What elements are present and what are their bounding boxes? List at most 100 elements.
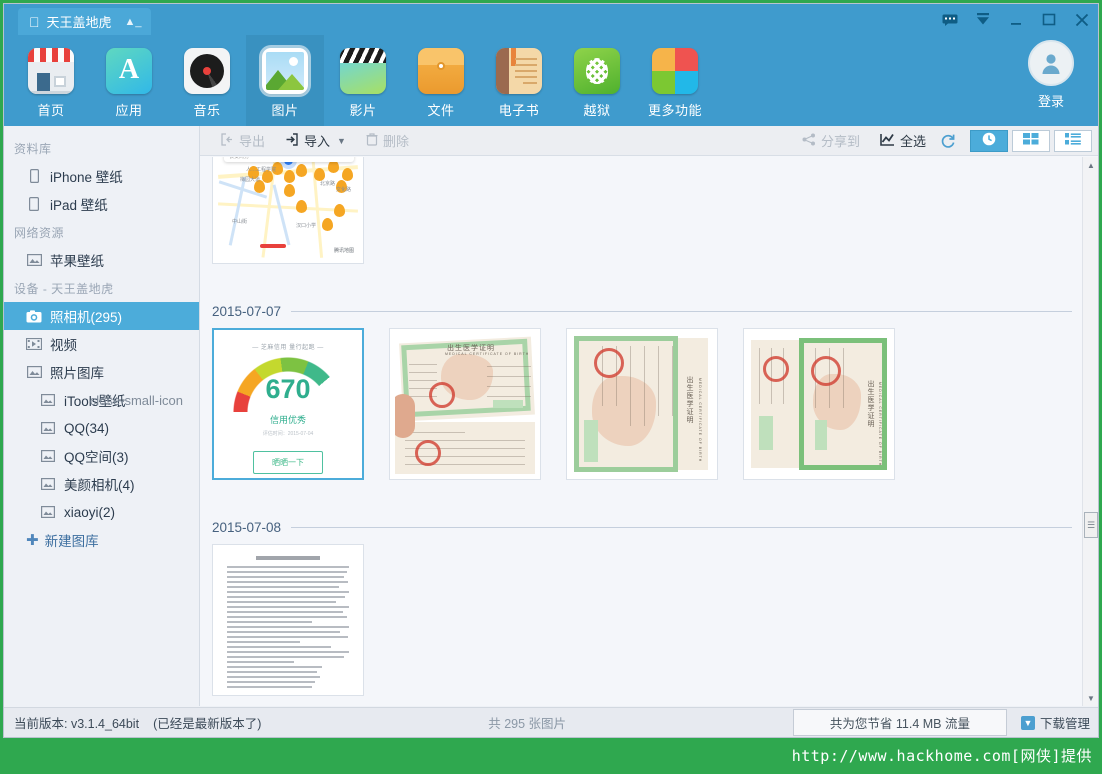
- sidebar-item-videos[interactable]: 视频: [4, 330, 199, 358]
- close-small-icon[interactable]: close-small-icon: [90, 393, 183, 408]
- photo-image-birth-certificate-b: 出生医学证明 MEDICAL CERTIFICATE OF BIRTH: [572, 334, 712, 474]
- sidebar-item-iphone-wallpaper[interactable]: iPhone 壁纸: [4, 162, 199, 190]
- list-icon: [1065, 132, 1081, 149]
- plus-icon: ✚: [26, 533, 39, 548]
- vertical-scrollbar[interactable]: ▲ ☰ ▼: [1082, 157, 1098, 706]
- view-mode-list-button[interactable]: [1054, 130, 1092, 152]
- nav-item-movies[interactable]: 影片: [324, 35, 402, 126]
- phone-icon: [26, 169, 42, 183]
- share-button[interactable]: 分享到: [792, 129, 870, 153]
- sidebar-item-itools-wallpaper[interactable]: iTools壁纸 close-small-icon: [4, 386, 199, 414]
- map-label: 中山街: [232, 218, 247, 225]
- photo-thumbnail[interactable]: [212, 544, 364, 696]
- sidebar-group-title: 资料库: [4, 134, 199, 162]
- login-label: 登录: [1038, 91, 1064, 110]
- update-status-label: (已经是最新版本了): [153, 713, 261, 732]
- photo-thumbnail[interactable]: — 芝麻信用 量行起跑 — 670 信用优秀 评估时间：2015-07-04 晒…: [212, 328, 364, 480]
- cert-subtitle: MEDICAL CERTIFICATE OF BIRTH: [698, 378, 702, 462]
- nav-item-apps[interactable]: A 应用: [90, 35, 168, 126]
- scroll-down-arrow-icon[interactable]: ▼: [1083, 690, 1099, 706]
- eject-icon[interactable]: ▲_: [125, 16, 142, 28]
- photo-row: — 芝麻信用 量行起跑 — 670 信用优秀 评估时间：2015-07-04 晒…: [210, 328, 1072, 480]
- import-label: 导入: [304, 131, 330, 150]
- scroll-up-arrow-icon[interactable]: ▲: [1083, 157, 1099, 173]
- nav-item-music[interactable]: 音乐: [168, 35, 246, 126]
- apple-icon: : [29, 15, 40, 29]
- map-callout: 我从家乐福孝感保丽国际广场店 上车 长安商务: [224, 157, 354, 162]
- date-header: 2015-07-08: [210, 510, 1072, 544]
- sidebar-item-qzone[interactable]: QQ空间(3): [4, 442, 199, 470]
- trash-icon: [366, 133, 378, 149]
- credit-meta: 评估时间：2015-07-04: [263, 430, 314, 437]
- photo-thumbnail[interactable]: 我从家乐福孝感保丽国际广场店 上车 长安商务 ❯ 人…工程学院 梅园大道 北京路…: [212, 157, 364, 264]
- album-icon: [40, 477, 56, 491]
- chat-bubble-icon[interactable]: [942, 12, 958, 28]
- album-icon: [40, 393, 56, 407]
- export-button[interactable]: 导出: [210, 129, 275, 153]
- status-bar: 当前版本: v3.1.4_64bit (已经是最新版本了) 共 295 张图片 …: [4, 707, 1098, 737]
- download-manager-button[interactable]: ▼ 下载管理: [1021, 713, 1090, 732]
- main-window:  天王盖地虎 ▲_: [3, 3, 1099, 738]
- photo-icon: [262, 48, 308, 94]
- download-icon[interactable]: [975, 12, 991, 28]
- album-icon: [40, 449, 56, 463]
- check-mark-icon: [880, 133, 895, 149]
- sidebar-item-meiyan-camera[interactable]: 美颜相机(4): [4, 470, 199, 498]
- credit-gauge: 670: [232, 356, 344, 415]
- select-all-button[interactable]: 全选: [870, 129, 936, 153]
- user-avatar-icon: [1028, 40, 1074, 86]
- nav-item-jailbreak[interactable]: 越狱: [558, 35, 636, 126]
- photo-image-document: [218, 550, 358, 690]
- sidebar-item-ipad-wallpaper[interactable]: iPad 壁纸: [4, 190, 199, 218]
- clapperboard-icon: [340, 48, 386, 94]
- sidebar-item-label: 照片图库: [50, 362, 104, 382]
- new-album-button[interactable]: ✚ 新建图库: [4, 526, 199, 554]
- nav-item-ebooks[interactable]: 电子书: [480, 35, 558, 126]
- import-button[interactable]: 导入 ▼: [275, 129, 356, 153]
- photo-thumbnail[interactable]: 出生医学证明 MEDICAL CERTIFICATE OF BIRTH: [389, 328, 541, 480]
- grid-colors-icon: [652, 48, 698, 94]
- maximize-icon[interactable]: [1041, 12, 1057, 28]
- sidebar-item-photo-library[interactable]: 照片图库: [4, 358, 199, 386]
- new-album-label: 新建图库: [45, 530, 99, 550]
- close-icon[interactable]: [1074, 12, 1090, 28]
- view-mode-grid-button[interactable]: [1012, 130, 1050, 152]
- photo-thumbnail[interactable]: 出生医学证明 MEDICAL CERTIFICATE OF BIRTH: [566, 328, 718, 480]
- sidebar-item-label: iPad 壁纸: [50, 194, 108, 214]
- cert-subtitle: MEDICAL CERTIFICATE OF BIRTH: [878, 382, 882, 466]
- photo-thumbnail[interactable]: 出生医学证明 MEDICAL CERTIFICATE OF BIRTH: [743, 328, 895, 480]
- delete-button[interactable]: 删除: [356, 129, 419, 153]
- map-label: 北京路: [320, 180, 335, 187]
- credit-score: 670: [232, 376, 344, 403]
- sidebar-item-apple-wallpaper[interactable]: 苹果壁纸: [4, 246, 199, 274]
- nav-item-files[interactable]: 文件: [402, 35, 480, 126]
- scrollbar-thumb[interactable]: ☰: [1084, 512, 1098, 538]
- saved-traffic-badge[interactable]: 共为您节省 11.4 MB 流量: [793, 709, 1007, 736]
- nav-label: 图片: [271, 100, 298, 119]
- sidebar-item-label: QQ(34): [64, 421, 109, 436]
- photo-count-label: 共 295 张图片: [261, 713, 793, 732]
- album-icon: [40, 505, 56, 519]
- device-tab[interactable]:  天王盖地虎 ▲_: [18, 8, 151, 35]
- sidebar-item-camera[interactable]: 照相机(295): [4, 302, 199, 330]
- store-icon: [28, 48, 74, 94]
- photo-row: 我从家乐福孝感保丽国际广场店 上车 长安商务 ❯ 人…工程学院 梅园大道 北京路…: [210, 157, 1072, 264]
- chevron-down-icon[interactable]: ▼: [337, 136, 346, 146]
- nav-item-more[interactable]: 更多功能: [636, 35, 714, 126]
- site-watermark: http://www.hackhome.com[网侠]提供: [0, 738, 1102, 774]
- sidebar-item-qq[interactable]: QQ(34): [4, 414, 199, 442]
- view-mode-time-button[interactable]: [970, 130, 1008, 152]
- sidebar: 资料库 iPhone 壁纸 iPad 壁纸 网络资源: [4, 126, 200, 706]
- refresh-icon[interactable]: [936, 130, 960, 152]
- login-button[interactable]: 登录: [1028, 40, 1074, 110]
- cert-subtitle: MEDICAL CERTIFICATE OF BIRTH: [445, 352, 529, 356]
- content-toolbar: 导出 导入 ▼ 删除: [200, 126, 1098, 156]
- nav-item-home[interactable]: 首页: [12, 35, 90, 126]
- sidebar-item-label: 美颜相机(4): [64, 474, 135, 494]
- pineapple-icon: [574, 48, 620, 94]
- sidebar-group-title: 设备 - 天王盖地虎: [4, 274, 199, 302]
- nav-item-photos[interactable]: 图片: [246, 35, 324, 126]
- sidebar-item-xiaoyi[interactable]: xiaoyi(2): [4, 498, 199, 526]
- minimize-icon[interactable]: [1008, 12, 1024, 28]
- title-bar:  天王盖地虎 ▲_: [4, 4, 1098, 35]
